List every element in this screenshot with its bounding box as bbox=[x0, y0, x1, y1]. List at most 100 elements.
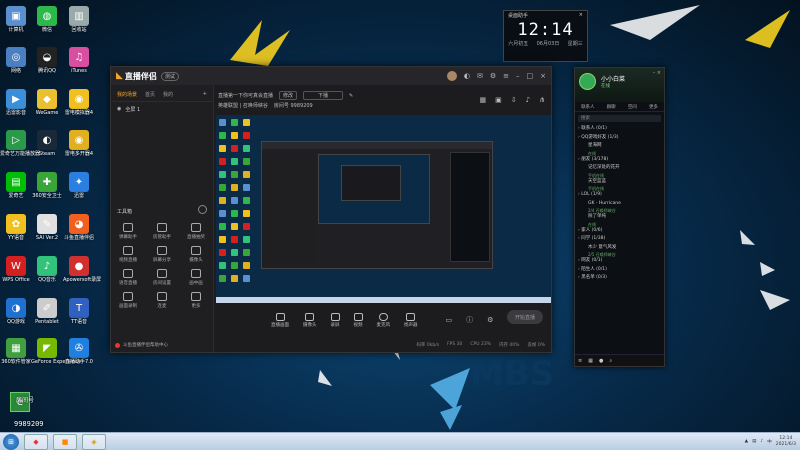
tool-button[interactable]: 连麦 bbox=[145, 292, 179, 309]
desktop-icon[interactable]: ✐ Pentablet bbox=[31, 298, 63, 336]
close-icon[interactable]: × bbox=[540, 72, 546, 80]
stream-title[interactable]: 直播第一下你可真会直播 bbox=[218, 92, 273, 99]
menu-icon[interactable]: ≡ bbox=[578, 358, 582, 364]
camera-icon[interactable]: ▭ bbox=[446, 316, 453, 324]
close-icon[interactable]: – × bbox=[653, 70, 661, 76]
skin-icon[interactable]: ◐ bbox=[464, 72, 470, 80]
tab-home[interactable]: 首页 bbox=[145, 91, 155, 98]
user-avatar[interactable] bbox=[446, 71, 457, 81]
tool-button[interactable]: 屏幕分享 bbox=[145, 246, 179, 263]
video-button[interactable]: 视频 bbox=[353, 312, 363, 328]
add-scene-icon[interactable]: + bbox=[203, 91, 207, 98]
qq-group-header[interactable]: 朋友 (3/178) bbox=[578, 156, 661, 165]
app-manager-icon[interactable]: ▦ bbox=[588, 358, 593, 364]
tool-button[interactable]: 摄像头 bbox=[179, 246, 213, 263]
tab-more[interactable]: 更多 bbox=[649, 104, 658, 110]
qq-group-header[interactable]: 联系人 (0/1) bbox=[578, 125, 661, 134]
desktop-icon[interactable]: ▣ 计算机 bbox=[0, 6, 32, 44]
start-live-button[interactable]: 开始直播 bbox=[507, 310, 543, 324]
message-icon[interactable]: ✉ bbox=[477, 72, 483, 80]
desktop-icon[interactable]: ◤ GeForce Experience bbox=[31, 338, 81, 376]
minimize-icon[interactable]: – bbox=[516, 72, 520, 80]
desktop-icon[interactable]: ◎ 网络 bbox=[0, 47, 32, 85]
title-bar[interactable]: ◣ 直播伴侣 测试 ◐ ✉ ⚙ ≡ – □ × bbox=[111, 67, 551, 85]
desktop-icon[interactable]: ✚ 360安全卫士 bbox=[31, 172, 63, 210]
qq-friend-item[interactable]: 木少 意气风发 bbox=[578, 244, 661, 253]
taskbar-app-2[interactable]: ■ bbox=[53, 433, 77, 450]
tab-contacts[interactable]: 联系人 bbox=[581, 104, 595, 110]
ime-indicator[interactable]: 中 bbox=[767, 439, 772, 445]
tool-button[interactable]: 画中画 bbox=[179, 269, 213, 286]
desktop-icon[interactable]: ✦ 迅雷 bbox=[63, 172, 95, 210]
tab-space[interactable]: 空间 bbox=[628, 104, 637, 110]
qq-friend-item[interactable]: 天空蓝蓝 bbox=[578, 178, 661, 187]
qq-friend-item[interactable]: 记忆深处的花开 bbox=[578, 164, 661, 173]
tool-button[interactable]: 视频直播 bbox=[111, 246, 145, 263]
qq-avatar[interactable] bbox=[579, 73, 596, 90]
eye-icon[interactable]: ◉ bbox=[117, 106, 121, 113]
desktop-icon[interactable]: ▶ 迅雷影音 bbox=[0, 89, 32, 127]
tool-button[interactable]: 弹幕助手 bbox=[111, 223, 145, 240]
qq-group-header[interactable]: 陌生人 (0/1) bbox=[578, 266, 661, 275]
maximize-icon[interactable]: □ bbox=[527, 72, 534, 80]
taskbar-app-1[interactable]: ◆ bbox=[24, 433, 48, 450]
close-icon[interactable]: × bbox=[579, 12, 583, 19]
download-icon[interactable]: ⇩ bbox=[511, 96, 517, 104]
desktop-icon[interactable]: ◑ QQ游戏 bbox=[0, 298, 32, 336]
tool-button[interactable]: 直播抽奖 bbox=[179, 223, 213, 240]
camera-button[interactable]: 摄像头 bbox=[303, 312, 317, 328]
grid-icon[interactable]: ▦ bbox=[480, 96, 487, 104]
desktop-icon[interactable]: ✇ 直播助手7.0 bbox=[63, 338, 95, 376]
desktop-icon[interactable]: W WPS Office bbox=[0, 256, 32, 294]
taskbar-app-3[interactable]: ◈ bbox=[82, 433, 106, 450]
scene-item[interactable]: ◉ 全屏 1 bbox=[111, 102, 213, 117]
qq-group-header[interactable]: 家人 (0/6) bbox=[578, 227, 661, 236]
qq-friend-item[interactable]: 星海网 bbox=[578, 142, 661, 151]
pencil-icon[interactable]: ✎ bbox=[349, 93, 353, 99]
desktop-icon[interactable]: ◉ 雷电多开器4 bbox=[63, 130, 95, 168]
tool-button[interactable]: 房间设置 bbox=[145, 269, 179, 286]
settings-icon[interactable]: ⚙ bbox=[490, 72, 496, 80]
desktop-icon[interactable]: ✎ SAI Ver.2 bbox=[31, 214, 63, 252]
mic-icon[interactable]: ● bbox=[599, 358, 603, 364]
desktop-icon[interactable]: T TT语音 bbox=[63, 298, 95, 336]
help-tip[interactable]: 斗鱼直播伴侣帮助中心 bbox=[115, 342, 168, 348]
qq-group-header[interactable]: 同学 (1/38) bbox=[578, 235, 661, 244]
start-button[interactable]: ⊞ bbox=[3, 433, 19, 450]
edit-title-button[interactable]: 修改 bbox=[279, 91, 298, 100]
desktop-icon[interactable]: ● Apowersoft录屏 bbox=[63, 256, 101, 294]
search-icon[interactable]: ⌕ bbox=[609, 358, 612, 364]
desktop-icon[interactable]: ▷ 爱奇艺万能播放器 bbox=[0, 130, 40, 168]
taskbar-clock[interactable]: 12:14 2021/6/3 bbox=[776, 436, 796, 448]
tab-groups[interactable]: 群聊 bbox=[607, 104, 616, 110]
desktop-icon[interactable]: ✿ YY语音 bbox=[0, 214, 32, 252]
desktop-icon[interactable]: ◉ 雷电模拟器4 bbox=[63, 89, 95, 127]
stream-preview[interactable] bbox=[216, 115, 551, 303]
screen-source-button[interactable]: 直播画面 bbox=[271, 312, 289, 328]
qq-group-header[interactable]: 黑名单 (0/3) bbox=[578, 274, 661, 283]
bell-icon[interactable]: ♪ bbox=[526, 96, 530, 104]
desktop-icon[interactable]: ♪ QQ音乐 bbox=[31, 256, 63, 294]
qq-friend-item[interactable]: GK - Hurricane bbox=[578, 200, 661, 209]
tool-button[interactable]: 语音直播 bbox=[111, 269, 145, 286]
tab-my-scene[interactable]: 我的场景 bbox=[117, 91, 137, 98]
share-icon[interactable]: ⋔ bbox=[539, 96, 545, 104]
qq-group-header[interactable]: QQ游戏好友 (1/3) bbox=[578, 134, 661, 143]
desktop-icon[interactable]: ▦ 360软件管家 bbox=[0, 338, 32, 376]
qq-search-input[interactable]: 搜索 bbox=[578, 115, 661, 122]
qq-group-header[interactable]: 网友 (0/1) bbox=[578, 257, 661, 266]
qq-status[interactable]: 在线 bbox=[601, 83, 610, 89]
qq-group-header[interactable]: LOL (1/9) bbox=[578, 191, 661, 200]
tab-mine[interactable]: 我的 bbox=[163, 91, 173, 98]
volume-icon[interactable]: ♪ bbox=[760, 439, 763, 444]
tool-button[interactable]: 房管助手 bbox=[145, 223, 179, 240]
lock-icon[interactable]: ▣ bbox=[495, 96, 502, 104]
desktop-icon[interactable]: ♫ iTunes bbox=[63, 47, 95, 85]
end-stream-button[interactable]: 下播 bbox=[303, 91, 344, 100]
desktop-icon[interactable]: ▤ 爱奇艺 bbox=[0, 172, 32, 210]
microphone-button[interactable]: 麦克风 bbox=[377, 312, 390, 328]
record-screen-button[interactable]: 录屏 bbox=[330, 312, 340, 328]
speaker-button[interactable]: 扬声器 bbox=[404, 312, 418, 328]
desktop-icon[interactable]: ◍ 微信 bbox=[31, 6, 63, 44]
menu-icon[interactable]: ≡ bbox=[503, 72, 509, 80]
